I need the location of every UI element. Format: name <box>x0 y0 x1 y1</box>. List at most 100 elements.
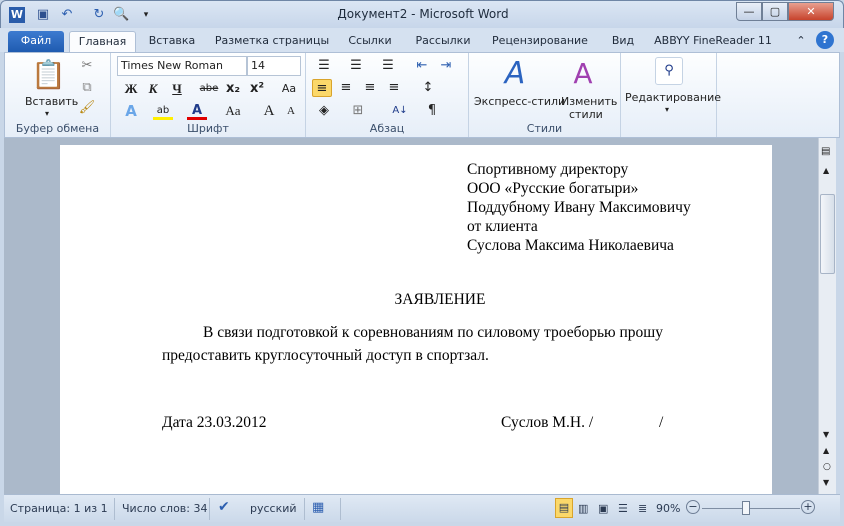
title-bar: W ▣ ↶ ↻ 🔍 ▾ Документ2 - Microsoft Word —… <box>0 0 844 28</box>
paste-dropdown-icon[interactable]: ▾ <box>45 109 49 118</box>
justify-icon[interactable]: ≡ <box>384 79 404 97</box>
word-count[interactable]: Число слов: 34 <box>122 502 208 515</box>
align-left-button[interactable]: ≡ <box>312 79 332 97</box>
tab-view[interactable]: Вид <box>607 31 639 52</box>
cut-icon[interactable]: ✂ <box>77 57 97 75</box>
macro-icon[interactable]: ▦ <box>312 500 324 515</box>
addressee-line: Поддубному Ивану Максимовичу <box>467 199 691 216</box>
italic-button[interactable]: К <box>143 80 163 98</box>
web-layout-icon[interactable]: ▣ <box>598 502 608 515</box>
tab-file[interactable]: Файл <box>8 31 64 52</box>
underline-button[interactable]: Ч <box>167 80 187 98</box>
change-styles-icon[interactable]: A <box>565 57 601 91</box>
ruler-toggle-icon[interactable]: ▤ <box>821 146 830 157</box>
tab-mailings[interactable]: Рассылки <box>410 31 476 52</box>
addressee-line: Спортивному директору <box>467 161 629 178</box>
tab-abbyy[interactable]: ABBYY FineReader 11 <box>653 31 773 52</box>
tab-page-layout[interactable]: Разметка страницы <box>212 31 332 52</box>
tab-insert[interactable]: Вставка <box>143 31 201 52</box>
tab-review[interactable]: Рецензирование <box>490 31 590 52</box>
tab-home[interactable]: Главная <box>69 31 136 52</box>
copy-icon[interactable]: ⧉ <box>77 79 97 97</box>
status-bar: Страница: 1 из 1 Число слов: 34 ✔ русски… <box>4 494 840 522</box>
styles-group-label: Стили <box>526 122 563 135</box>
change-styles-button-line2[interactable]: стили <box>569 108 603 121</box>
font-name-select[interactable]: Times New Roman <box>117 56 247 76</box>
maximize-button[interactable]: ▢ <box>762 2 788 21</box>
show-marks-icon[interactable]: ¶ <box>422 102 442 120</box>
page-count[interactable]: Страница: 1 из 1 <box>10 502 108 515</box>
grow-font-icon[interactable]: A <box>259 102 279 120</box>
text-effects-icon[interactable]: A <box>121 102 141 120</box>
document-heading: ЗАЯВЛЕНИЕ <box>394 291 486 308</box>
paste-button[interactable]: Вставить <box>25 95 78 108</box>
outline-icon[interactable]: ☰ <box>618 502 628 515</box>
clear-formatting-icon[interactable]: Aa <box>279 80 299 98</box>
shrink-font-icon[interactable]: A <box>281 102 301 120</box>
subscript-icon[interactable]: x₂ <box>223 80 243 98</box>
draft-icon[interactable]: ≣ <box>638 502 647 515</box>
print-layout-button[interactable]: ▤ <box>555 498 573 518</box>
scroll-up-icon[interactable]: ▲ <box>823 166 829 175</box>
paragraph-group: ☰ ☰ ☰ ⇤ ⇥ ≡ ≡ ≡ ≡ ↕ ◈ ⊞ A↓ ¶ Абзац <box>306 53 469 137</box>
help-icon[interactable]: ? <box>816 31 834 49</box>
align-right-icon[interactable]: ≡ <box>360 79 380 97</box>
paragraph-group-label: Абзац <box>369 122 405 135</box>
document-page[interactable]: Спортивному директору ООО «Русские богат… <box>60 145 772 494</box>
browse-object-icon[interactable]: ○ <box>823 462 831 472</box>
borders-icon[interactable]: ⊞ <box>348 102 368 120</box>
decrease-indent-icon[interactable]: ⇤ <box>412 57 432 75</box>
multilevel-list-icon[interactable]: ☰ <box>378 57 398 75</box>
quick-styles-icon[interactable]: A <box>497 57 533 91</box>
line-spacing-icon[interactable]: ↕ <box>418 79 438 97</box>
zoom-in-button[interactable]: + <box>801 500 815 514</box>
find-binoculars-icon[interactable]: ⚲ <box>655 57 683 85</box>
full-screen-reading-icon[interactable]: ▥ <box>578 502 588 515</box>
change-case-icon[interactable]: Aa <box>223 102 243 120</box>
paste-icon[interactable]: 📋 <box>31 57 66 93</box>
superscript-icon[interactable]: x² <box>247 80 267 98</box>
clipboard-group: 📋 Вставить ▾ ✂ ⧉ 🖌 Буфер обмена <box>5 53 111 137</box>
bullets-icon[interactable]: ☰ <box>314 57 334 75</box>
previous-page-icon[interactable]: ▲ <box>823 446 829 455</box>
body-line: В связи подготовкой к соревнованиям по с… <box>203 324 663 341</box>
zoom-out-button[interactable]: − <box>686 500 700 514</box>
ribbon: 📋 Вставить ▾ ✂ ⧉ 🖌 Буфер обмена Times Ne… <box>4 52 840 138</box>
minimize-ribbon-icon[interactable]: ⌃ <box>794 31 808 52</box>
change-styles-button[interactable]: Изменить <box>561 95 617 108</box>
align-center-icon[interactable]: ≡ <box>336 79 356 97</box>
addressee-line: от клиента <box>467 218 538 235</box>
zoom-slider-track[interactable] <box>702 508 800 509</box>
date-line: Дата 23.03.2012 <box>162 414 267 431</box>
highlight-icon[interactable]: ab <box>153 102 173 120</box>
ribbon-tabs: Файл Главная Вставка Разметка страницы С… <box>0 28 844 52</box>
zoom-slider-thumb[interactable] <box>742 501 750 515</box>
font-group-label: Шрифт <box>187 122 229 135</box>
next-page-icon[interactable]: ▼ <box>823 478 829 487</box>
language[interactable]: русский <box>250 502 297 515</box>
quick-styles-button[interactable]: Экспресс-стили <box>474 95 565 108</box>
proofing-icon[interactable]: ✔ <box>218 499 230 515</box>
increase-indent-icon[interactable]: ⇥ <box>436 57 456 75</box>
vertical-scrollbar[interactable]: ▤ ▲ ▼ ▲ ○ ▼ <box>818 138 836 494</box>
format-painter-icon[interactable]: 🖌 <box>77 99 97 117</box>
tab-references[interactable]: Ссылки <box>344 31 396 52</box>
bold-button[interactable]: Ж <box>121 80 141 98</box>
font-size-select[interactable]: 14 <box>247 56 301 76</box>
zoom-level[interactable]: 90% <box>656 502 680 515</box>
editing-button[interactable]: Редактирование <box>625 91 721 104</box>
scroll-thumb[interactable] <box>820 194 835 274</box>
editing-dropdown-icon[interactable]: ▾ <box>665 105 669 114</box>
sort-icon[interactable]: A↓ <box>390 102 410 120</box>
font-color-icon[interactable]: A <box>187 102 207 120</box>
numbering-icon[interactable]: ☰ <box>346 57 366 75</box>
close-button[interactable]: ✕ <box>788 2 834 21</box>
shading-icon[interactable]: ◈ <box>314 102 334 120</box>
strikethrough-button[interactable]: abe <box>199 80 219 98</box>
scroll-down-icon[interactable]: ▼ <box>823 430 829 439</box>
addressee-line: ООО «Русские богатыри» <box>467 180 639 197</box>
font-group: Times New Roman 14 Ж К Ч abe x₂ x² Aa A … <box>111 53 306 137</box>
editing-group: ⚲ Редактирование ▾ <box>621 53 721 137</box>
body-line: предоставить круглосуточный доступ в спо… <box>162 347 489 364</box>
minimize-button[interactable]: — <box>736 2 762 21</box>
